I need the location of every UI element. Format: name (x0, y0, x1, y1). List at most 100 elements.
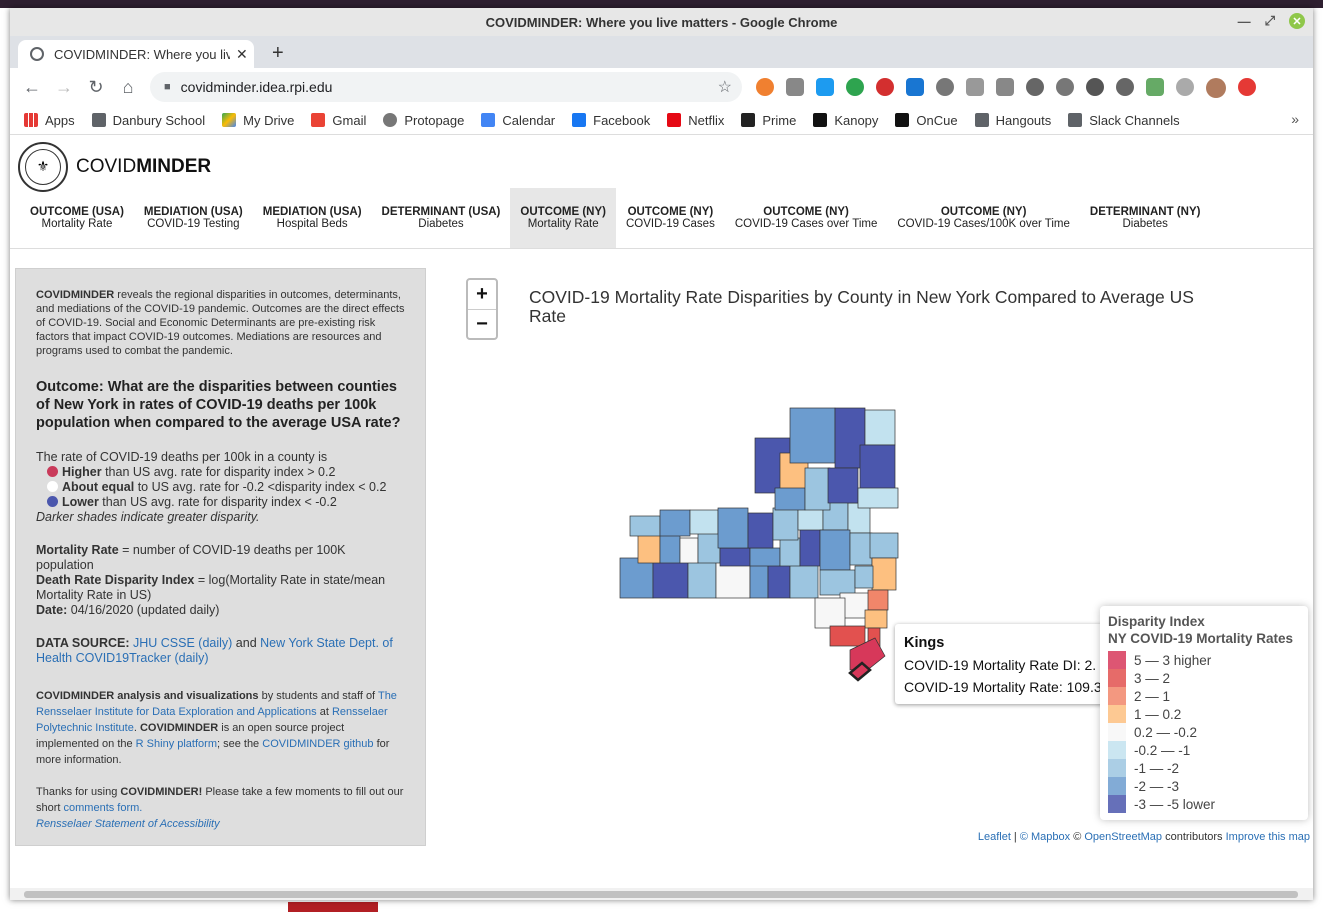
bookmark-oncue[interactable]: OnCue (895, 113, 958, 128)
jhu-link[interactable]: JHU CSSE (daily) (133, 636, 232, 650)
horizontal-scrollbar[interactable] (10, 888, 1313, 900)
bookmark-protopage[interactable]: Protopage (383, 113, 464, 128)
bookmark-hangouts[interactable]: Hangouts (974, 113, 1051, 128)
county-shape[interactable] (619, 557, 654, 599)
county-shape[interactable] (637, 532, 661, 564)
county-shape[interactable] (854, 565, 874, 589)
close-window-icon[interactable]: ✕ (1289, 13, 1305, 29)
twitter-icon[interactable] (816, 78, 834, 96)
zoom-out-button[interactable]: − (468, 310, 496, 339)
county-shape[interactable] (659, 509, 691, 537)
circle-icon[interactable] (1086, 78, 1104, 96)
leaflet-link[interactable]: Leaflet (978, 831, 1011, 843)
forward-icon[interactable]: → (48, 77, 80, 98)
update-icon[interactable] (1238, 78, 1256, 96)
github-link[interactable]: COVIDMINDER github (262, 738, 373, 750)
bookmark-star-icon[interactable]: ☆ (718, 77, 732, 97)
extension-badge-icon[interactable] (846, 78, 864, 96)
address-bar[interactable]: ■ covidminder.idea.rpi.edu ☆ (150, 72, 742, 102)
tab-mediation-usa-beds[interactable]: MEDIATION (USA) Hospital Beds (253, 188, 372, 248)
rshiny-link[interactable]: R Shiny platform (136, 738, 217, 750)
adblock-icon[interactable] (876, 78, 894, 96)
county-shape[interactable] (829, 625, 866, 647)
browser-tab[interactable]: COVIDMINDER: Where you live matters ✕ (18, 40, 254, 68)
home-icon[interactable]: ⌂ (112, 77, 144, 98)
mapbox-link[interactable]: © Mapbox (1020, 831, 1070, 843)
county-shape[interactable] (871, 557, 897, 591)
county-shape[interactable] (679, 537, 699, 564)
bookmark-prime[interactable]: Prime (741, 113, 796, 128)
county-shape[interactable] (804, 467, 831, 511)
new-tab-icon[interactable]: + (272, 42, 284, 65)
back-icon[interactable]: ← (16, 77, 48, 98)
ny-county-map[interactable] (600, 388, 920, 688)
bookmark-gmail[interactable]: Gmail (311, 113, 366, 128)
scrollbar-thumb[interactable] (24, 891, 1298, 898)
county-shape[interactable] (687, 557, 717, 599)
county-shape[interactable] (659, 532, 681, 564)
county-shape[interactable] (869, 532, 899, 559)
county-shape[interactable] (774, 487, 806, 511)
county-shape[interactable] (857, 487, 899, 509)
county-shape[interactable] (849, 532, 873, 566)
comments-form-link[interactable]: comments form. (64, 802, 143, 814)
county-shape[interactable] (697, 529, 721, 564)
tab-determinant-usa-diabetes[interactable]: DETERMINANT (USA) Diabetes (372, 188, 511, 248)
county-shape[interactable] (717, 507, 749, 549)
js-icon[interactable] (1146, 78, 1164, 96)
county-shape[interactable] (779, 537, 801, 567)
county-shape[interactable] (689, 509, 719, 535)
skype-icon[interactable] (906, 78, 924, 96)
record-icon[interactable] (1176, 78, 1194, 96)
county-shape[interactable] (864, 609, 888, 629)
tab-outcome-ny-cases-100k[interactable]: OUTCOME (NY) COVID-19 Cases/100K over Tim… (887, 188, 1080, 248)
county-shape[interactable] (772, 507, 799, 541)
grid-icon[interactable] (996, 78, 1014, 96)
loop-icon[interactable] (1116, 78, 1134, 96)
osm-link[interactable]: OpenStreetMap (1084, 831, 1162, 843)
bookmark-apps[interactable]: Apps (24, 113, 75, 128)
site-brand[interactable]: ⚜ COVIDMINDER (18, 142, 211, 192)
puzzle-icon[interactable] (936, 78, 954, 96)
extension-icon[interactable] (756, 78, 774, 96)
bookmark-facebook[interactable]: Facebook (572, 113, 650, 128)
download-icon[interactable] (786, 78, 804, 96)
screen-icon[interactable] (966, 78, 984, 96)
tab-outcome-ny-mortality[interactable]: OUTCOME (NY) Mortality Rate (510, 188, 616, 248)
profile-avatar[interactable] (1206, 78, 1226, 98)
county-shape[interactable] (819, 569, 856, 596)
bookmark-netflix[interactable]: Netflix (667, 113, 724, 128)
county-shape[interactable] (867, 589, 889, 611)
county-shape[interactable] (799, 527, 821, 567)
restore-icon[interactable]: ⤢ (1265, 13, 1275, 29)
tab-outcome-ny-cases[interactable]: OUTCOME (NY) COVID-19 Cases (616, 188, 725, 248)
accessibility-link[interactable]: Rensselaer Statement of Accessibility (36, 818, 220, 830)
bookmark-my-drive[interactable]: My Drive (222, 113, 294, 128)
bookmark-kanopy[interactable]: Kanopy (813, 113, 878, 128)
county-shape[interactable] (652, 557, 689, 599)
bookmark-calendar[interactable]: Calendar (481, 113, 555, 128)
tab-outcome-ny-cases-over-time[interactable]: OUTCOME (NY) COVID-19 Cases over Time (725, 188, 888, 248)
bookmark-slack-channels[interactable]: Slack Channels (1068, 113, 1180, 128)
improve-map-link[interactable]: Improve this map (1226, 831, 1310, 843)
county-shape[interactable] (827, 467, 859, 504)
county-shape[interactable] (859, 444, 896, 491)
reload-icon[interactable]: ↻ (80, 77, 112, 98)
more-bookmarks-icon[interactable]: » (1291, 111, 1299, 127)
gear-icon[interactable] (1056, 78, 1074, 96)
leaflet-map[interactable]: + − COVID-19 Mortality Rate Disparities … (450, 268, 1310, 848)
zoom-in-button[interactable]: + (468, 280, 496, 309)
county-shape[interactable] (864, 409, 896, 446)
county-shape[interactable] (719, 547, 751, 567)
county-shape[interactable] (629, 515, 661, 537)
tab-mediation-usa-testing[interactable]: MEDIATION (USA) COVID-19 Testing (134, 188, 253, 248)
speed-icon[interactable] (1026, 78, 1044, 96)
county-shape[interactable] (819, 529, 851, 571)
county-shape[interactable] (747, 512, 774, 549)
county-shape[interactable] (749, 547, 781, 567)
minimize-icon[interactable]: — (1238, 14, 1251, 29)
tab-determinant-ny-diabetes[interactable]: DETERMINANT (NY) Diabetes (1080, 188, 1211, 248)
bookmark-danbury-school[interactable]: Danbury School (91, 113, 205, 128)
tab-outcome-usa-mortality[interactable]: OUTCOME (USA) Mortality Rate (20, 188, 134, 248)
county-shape[interactable] (789, 407, 836, 464)
